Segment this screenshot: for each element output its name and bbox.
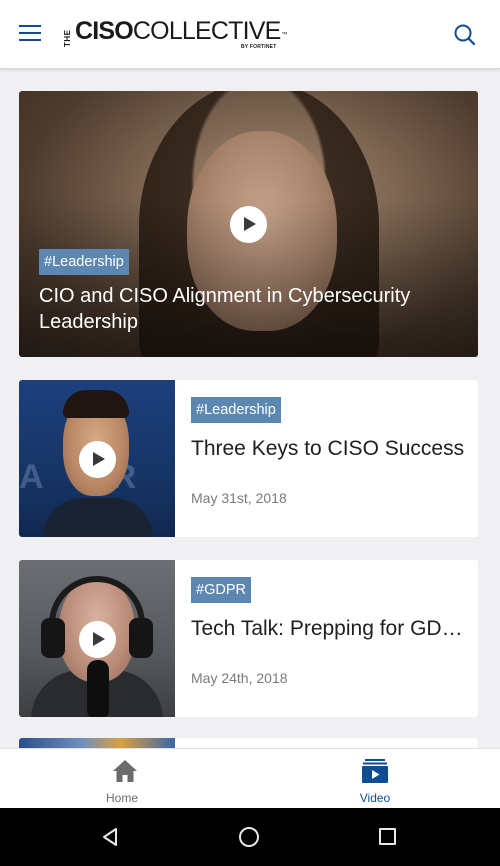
video-title[interactable]: Three Keys to CISO Success [191,435,466,463]
video-thumbnail[interactable]: A R [19,380,175,537]
video-date: May 24th, 2018 [191,670,288,686]
hamburger-menu-icon[interactable] [19,25,41,43]
play-icon[interactable] [79,441,116,478]
featured-video-card[interactable]: #Leadership CIO and CISO Alignment in Cy… [19,91,478,357]
video-list-item[interactable]: A R #Leadership Three Keys to CISO Succe… [19,380,478,537]
search-icon[interactable] [452,22,478,48]
back-icon[interactable] [100,827,120,847]
video-thumbnail[interactable] [19,560,175,717]
logo-by-fortinet: BY FORTINET [241,44,277,50]
home-icon [111,758,139,784]
nav-video-tab[interactable]: Video [250,749,500,809]
home-button-icon[interactable] [239,827,259,847]
featured-video-title[interactable]: CIO and CISO Alignment in Cybersecurity … [39,283,459,335]
bottom-navigation: Home Video [0,748,500,808]
system-navigation-bar [0,808,500,866]
video-list-item[interactable]: #GDPR Tech Talk: Prepping for GDPR May 2… [19,560,478,717]
video-date: May 31st, 2018 [191,490,287,506]
app-header: THE CISOCOLLECTIVE™ BY FORTINET [0,0,500,69]
video-library-icon [361,758,389,784]
play-icon[interactable] [79,621,116,658]
video-title[interactable]: Tech Talk: Prepping for GDPR [191,615,466,643]
category-tag[interactable]: #GDPR [191,577,251,603]
logo-wordmark: CISOCOLLECTIVE™ [75,17,288,45]
logo-the-text: THE [63,29,72,48]
nav-home-label: Home [105,791,138,805]
category-tag[interactable]: #Leadership [191,397,281,423]
nav-home-tab[interactable]: Home [0,749,250,809]
ciso-collective-logo[interactable]: THE CISOCOLLECTIVE™ BY FORTINET [63,15,303,51]
category-tag[interactable]: #Leadership [39,249,129,275]
nav-video-label: Video [359,791,391,805]
play-icon[interactable] [230,206,267,243]
recent-apps-icon[interactable] [379,828,396,845]
